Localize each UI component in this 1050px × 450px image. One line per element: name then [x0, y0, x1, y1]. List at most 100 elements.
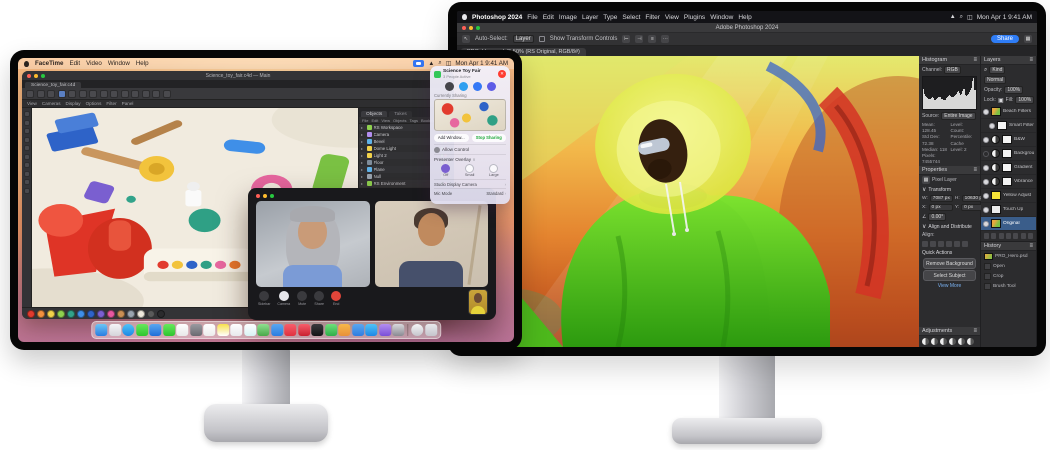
move-tool-icon[interactable]: ↖	[462, 35, 470, 43]
viewport-menu-view[interactable]: View	[27, 101, 37, 106]
dock-system-settings-icon[interactable]	[392, 324, 404, 336]
align-left-icon[interactable]: ⊢	[622, 35, 630, 43]
link-icon[interactable]	[984, 233, 989, 239]
layer-row[interactable]: Beach Filters	[981, 105, 1036, 119]
layer-row[interactable]: Gradient Map 1	[981, 161, 1036, 175]
search-icon[interactable]: ⌕	[960, 14, 963, 21]
histogram-panel-header[interactable]: Histogram≡	[919, 56, 980, 65]
objects-menu-tags[interactable]: Tags	[410, 118, 418, 123]
add-window-button[interactable]: Add Window...	[434, 134, 469, 142]
c4d-rotate-icon[interactable]	[79, 90, 87, 98]
menu-plugins[interactable]: Plugins	[684, 14, 705, 21]
expander-caret-icon[interactable]: ▸	[361, 181, 365, 186]
dock-music-icon[interactable]	[284, 324, 296, 336]
dock-browser-icon[interactable]	[411, 324, 423, 336]
layer-visibility-eye-icon[interactable]	[983, 151, 989, 157]
overlay-option-large[interactable]: Large	[489, 164, 499, 178]
history-snapshot-row[interactable]: PRO_Hero.psd	[981, 251, 1036, 261]
material-swatch[interactable]	[157, 310, 165, 318]
menu-image[interactable]: Image	[559, 14, 577, 21]
dock-camera-icon[interactable]	[190, 324, 202, 336]
adjustment-preset-icon[interactable]	[949, 338, 956, 345]
dock-photos-icon[interactable]	[176, 324, 188, 336]
expander-caret-icon[interactable]: ▸	[361, 153, 365, 158]
fill-field[interactable]: 100%	[1015, 96, 1034, 104]
c4d-scale-icon[interactable]	[68, 90, 76, 98]
dock-reminders-icon[interactable]	[230, 324, 242, 336]
adjustment-preset-icon[interactable]	[922, 338, 929, 345]
field-value[interactable]: 0 px	[929, 204, 953, 211]
facetime-end-button[interactable]: End	[331, 291, 341, 306]
allow-control-row[interactable]: Allow Control	[434, 144, 506, 154]
align-center-icon[interactable]: ⊣	[635, 35, 643, 43]
messages-button[interactable]	[459, 82, 468, 91]
dock-mail-icon[interactable]	[149, 324, 161, 336]
layer-row[interactable]: Smart Filters	[981, 119, 1036, 133]
adjustment-preset-icon[interactable]	[967, 338, 974, 345]
studio-display-camera-row[interactable]: Studio Display Camera›	[434, 179, 506, 188]
material-swatch[interactable]	[47, 310, 55, 318]
material-swatch[interactable]	[97, 310, 105, 318]
align-option-icon[interactable]	[938, 241, 944, 247]
overlay-option-off[interactable]: Off	[441, 164, 450, 178]
adjustment-icon[interactable]	[1006, 233, 1011, 239]
channel-dropdown[interactable]: RGB	[944, 66, 961, 74]
c4d-side-tool-icon[interactable]	[24, 179, 30, 185]
dock-finder-icon[interactable]	[95, 324, 107, 336]
align-section-label[interactable]: Align and Distribute	[928, 224, 971, 230]
c4d-move-icon[interactable]	[58, 90, 66, 98]
menu-window[interactable]: Window	[710, 14, 733, 21]
layer-visibility-eye-icon[interactable]	[983, 193, 989, 199]
history-step[interactable]: Crop	[981, 271, 1036, 281]
c4d-side-tool-icon[interactable]	[24, 111, 30, 117]
minimize-window-button[interactable]	[263, 194, 267, 198]
stop-sharing-button[interactable]: Stop Sharing	[472, 134, 507, 142]
self-view-thumbnail[interactable]	[468, 289, 488, 315]
c4d-side-tool-icon[interactable]	[24, 120, 30, 126]
dock-notes-icon[interactable]	[217, 324, 229, 336]
viewport-menu-panel[interactable]: Panel	[122, 101, 134, 106]
align-option-icon[interactable]	[922, 241, 928, 247]
dock-find-my-icon[interactable]	[271, 324, 283, 336]
menu-help[interactable]: Help	[136, 60, 149, 67]
new-layer-icon[interactable]	[1021, 233, 1026, 239]
dock-maps-icon[interactable]	[257, 324, 269, 336]
expander-caret-icon[interactable]: ▸	[361, 146, 365, 151]
dock-calendar-icon[interactable]	[203, 324, 215, 336]
objects-menu-objects[interactable]: Objects	[393, 118, 407, 123]
dock-podcasts-icon[interactable]	[379, 324, 391, 336]
facetime-camera-button[interactable]: Camera	[277, 291, 290, 306]
c4d-redo-icon[interactable]	[37, 90, 45, 98]
objects-menu-edit[interactable]: Edit	[371, 118, 378, 123]
delete-icon[interactable]	[1028, 233, 1033, 239]
video-tile-participant-1[interactable]	[256, 201, 370, 287]
shared-screen-thumbnail[interactable]	[434, 99, 506, 131]
auto-select-dropdown[interactable]: Layer	[513, 35, 534, 43]
align-option-icon[interactable]	[962, 241, 968, 247]
video-button[interactable]	[473, 82, 482, 91]
transform-controls-checkbox[interactable]	[539, 36, 545, 42]
field-value[interactable]: 7087 px	[930, 195, 953, 202]
history-step[interactable]: Open	[981, 261, 1036, 271]
menu-app-name[interactable]: Photoshop 2024	[472, 14, 522, 21]
dock-tv-icon[interactable]	[311, 324, 323, 336]
photoshop-canvas[interactable]	[468, 56, 919, 347]
workspace-switcher-icon[interactable]: ▦	[1024, 35, 1032, 43]
dock-news-icon[interactable]	[298, 324, 310, 336]
close-window-button[interactable]	[256, 194, 260, 198]
control-center-icon[interactable]: ◫	[967, 14, 973, 21]
adjustment-preset-icon[interactable]	[958, 338, 965, 345]
effects-icon[interactable]	[991, 233, 996, 239]
overlay-option-small[interactable]: Small	[465, 164, 475, 178]
objects-menu-view[interactable]: View	[381, 118, 390, 123]
dock-facetime-icon[interactable]	[163, 324, 175, 336]
dock-trash-icon[interactable]	[425, 324, 437, 336]
c4d-content-browser-icon[interactable]	[142, 90, 150, 98]
angle-field[interactable]: 0.00°	[928, 213, 946, 221]
layer-visibility-eye-icon[interactable]	[983, 109, 989, 115]
distribute-icon[interactable]: ≡	[648, 35, 656, 43]
c4d-edit-render-settings-icon[interactable]	[121, 90, 129, 98]
history-step[interactable]: Brush Tool	[981, 281, 1036, 291]
group-icon[interactable]	[1013, 233, 1018, 239]
expander-caret-icon[interactable]: ▸	[361, 132, 365, 137]
